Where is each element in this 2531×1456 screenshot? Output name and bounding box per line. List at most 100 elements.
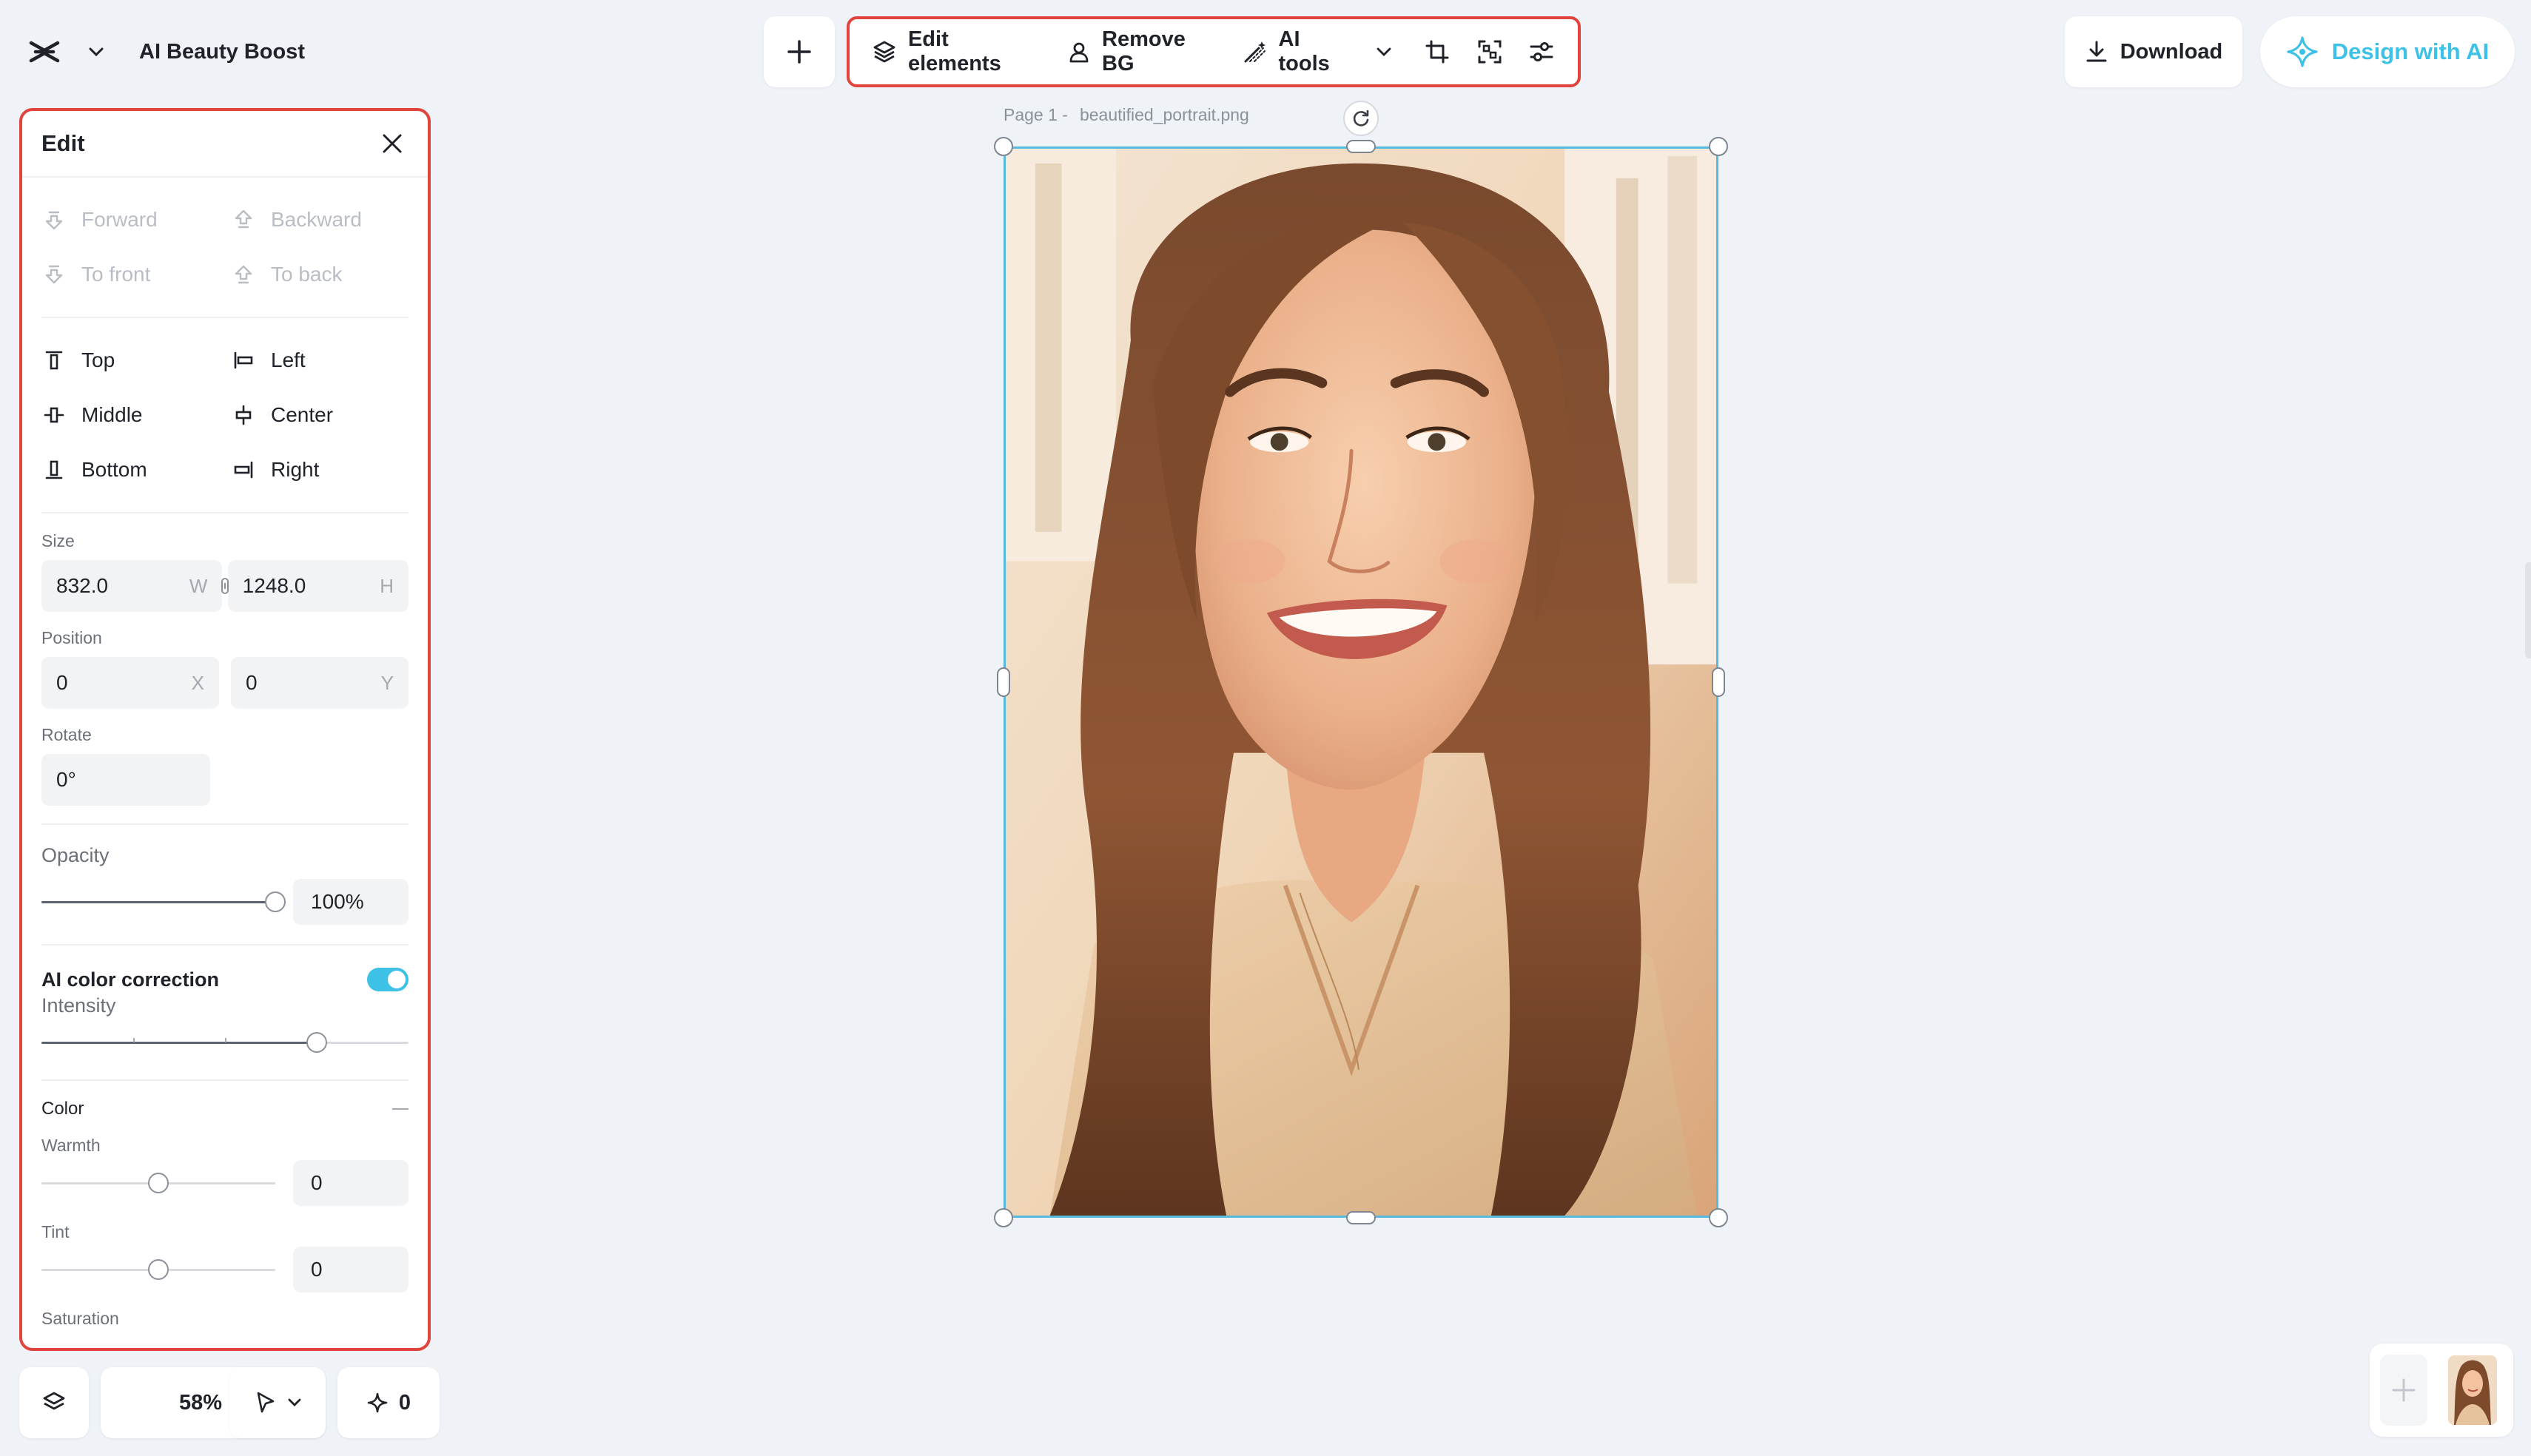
- arrange-section: Forward Backward To front To back: [41, 178, 409, 318]
- tint-slider-handle[interactable]: [148, 1259, 169, 1280]
- to-back-icon: [231, 262, 256, 287]
- rotate-label: Rotate: [41, 725, 92, 744]
- to-back-button[interactable]: To back: [231, 247, 420, 302]
- position-y-suffix: Y: [380, 671, 394, 694]
- size-label: Size: [41, 531, 75, 550]
- page-thumbnail[interactable]: [2448, 1355, 2497, 1425]
- tint-value: 0: [311, 1258, 323, 1281]
- resize-handle-left[interactable]: [997, 667, 1010, 697]
- height-input[interactable]: 1248.0 H: [227, 560, 409, 612]
- align-middle-button[interactable]: Middle: [41, 388, 231, 442]
- design-with-ai-button[interactable]: Design with AI: [2260, 16, 2515, 87]
- app-menu-chevron-down-icon[interactable]: [81, 37, 111, 67]
- align-bottom-label: Bottom: [81, 458, 147, 481]
- height-suffix: H: [380, 574, 394, 597]
- position-label: Position: [41, 628, 102, 647]
- add-button[interactable]: [764, 16, 835, 87]
- sliders-icon: [1530, 42, 1553, 61]
- resize-handle-bottom-right[interactable]: [1709, 1208, 1728, 1227]
- opacity-label: Opacity: [41, 844, 110, 866]
- warmth-slider-handle[interactable]: [148, 1173, 169, 1193]
- edit-panel: Edit Forward Backward To front To back T…: [19, 108, 431, 1351]
- pointer-icon: [257, 1392, 275, 1413]
- selected-image-portrait[interactable]: [1004, 146, 1718, 1218]
- app-logo-icon[interactable]: [21, 28, 68, 75]
- position-x-suffix: X: [191, 671, 204, 694]
- ai-color-correction-toggle[interactable]: [367, 968, 409, 991]
- forward-label: Forward: [81, 208, 158, 231]
- pointer-tool-dropdown[interactable]: [229, 1367, 326, 1438]
- crop-icon: [1425, 40, 1449, 64]
- ai-tools-button[interactable]: AI tools: [1234, 27, 1406, 75]
- align-right-label: Right: [271, 458, 320, 481]
- forward-button[interactable]: Forward: [41, 192, 231, 247]
- qr-scan-button[interactable]: [1466, 28, 1512, 75]
- right-panel-edge-tab[interactable]: [2525, 562, 2531, 658]
- position-y-input[interactable]: 0 Y: [231, 657, 409, 709]
- align-right-button[interactable]: Right: [231, 442, 420, 497]
- color-label: Color: [41, 1099, 84, 1119]
- opacity-value-input[interactable]: 100%: [293, 879, 409, 925]
- to-front-button[interactable]: To front: [41, 247, 231, 302]
- warmth-value-input[interactable]: 0: [293, 1160, 409, 1206]
- project-name[interactable]: AI Beauty Boost: [139, 40, 305, 64]
- position-y-value: 0: [246, 671, 258, 694]
- to-front-label: To front: [81, 263, 151, 286]
- design-with-ai-label: Design with AI: [2331, 38, 2490, 64]
- download-button[interactable]: Download: [2065, 16, 2242, 87]
- intensity-slider[interactable]: [41, 1028, 409, 1057]
- page-file-name[interactable]: beautified_portrait.png: [1080, 105, 1249, 125]
- align-center-button[interactable]: Center: [231, 388, 420, 442]
- close-icon[interactable]: [374, 126, 410, 161]
- align-center-label: Center: [271, 403, 334, 426]
- position-x-input[interactable]: 0 X: [41, 657, 219, 709]
- backward-label: Backward: [271, 208, 362, 231]
- warmth-slider[interactable]: [41, 1168, 275, 1198]
- remove-bg-button[interactable]: Remove BG: [1057, 27, 1229, 75]
- resize-handle-bottom-left[interactable]: [994, 1208, 1013, 1227]
- align-bottom-icon: [41, 457, 67, 482]
- page-label: Page 1 - beautified_portrait.png: [1004, 105, 1249, 125]
- backward-button[interactable]: Backward: [231, 192, 420, 247]
- resize-handle-top-right[interactable]: [1709, 137, 1728, 156]
- width-input[interactable]: 832.0 W: [41, 560, 223, 612]
- resize-handle-top-left[interactable]: [994, 137, 1013, 156]
- edit-elements-label: Edit elements: [907, 27, 1001, 75]
- lock-ratio-icon[interactable]: [218, 571, 232, 601]
- portrait-photo: [1006, 149, 1716, 1216]
- width-suffix: W: [189, 574, 208, 597]
- tint-value-input[interactable]: 0: [293, 1247, 409, 1292]
- page-thumbnail-image: [2448, 1355, 2497, 1425]
- align-left-button[interactable]: Left: [231, 333, 420, 388]
- rotate-handle-icon[interactable]: [1343, 101, 1379, 136]
- align-top-button[interactable]: Top: [41, 333, 231, 388]
- add-page-button[interactable]: [2380, 1355, 2427, 1426]
- adjust-button[interactable]: [1519, 28, 1564, 75]
- opacity-slider[interactable]: [41, 887, 286, 917]
- rotate-input[interactable]: 0°: [41, 754, 210, 806]
- intensity-label: Intensity: [41, 994, 116, 1017]
- crop-button[interactable]: [1414, 28, 1460, 75]
- resize-handle-right[interactable]: [1712, 667, 1725, 697]
- layers-button[interactable]: [19, 1367, 89, 1438]
- resize-handle-top[interactable]: [1346, 140, 1376, 153]
- align-left-icon: [231, 348, 256, 373]
- width-value: 832.0: [56, 574, 109, 597]
- resize-handle-bottom[interactable]: [1346, 1211, 1376, 1224]
- intensity-tick: [133, 1038, 135, 1042]
- opacity-slider-handle[interactable]: [265, 892, 286, 912]
- collapse-icon[interactable]: [392, 1108, 409, 1110]
- chevron-down-icon: [288, 1398, 301, 1406]
- chevron-down-icon[interactable]: [1371, 38, 1396, 65]
- credits-button[interactable]: 0: [337, 1367, 440, 1438]
- align-bottom-button[interactable]: Bottom: [41, 442, 231, 497]
- to-front-icon: [41, 262, 67, 287]
- saturation-label: Saturation: [41, 1309, 119, 1328]
- magic-wand-icon: [1243, 38, 1268, 65]
- tint-slider[interactable]: [41, 1255, 275, 1284]
- ai-color-correction-label: AI color correction: [41, 968, 220, 991]
- scan-icon: [1478, 40, 1502, 64]
- intensity-slider-handle[interactable]: [306, 1032, 327, 1053]
- brand-area: AI Beauty Boost: [21, 19, 305, 84]
- edit-elements-button[interactable]: Edit elements: [863, 27, 1052, 75]
